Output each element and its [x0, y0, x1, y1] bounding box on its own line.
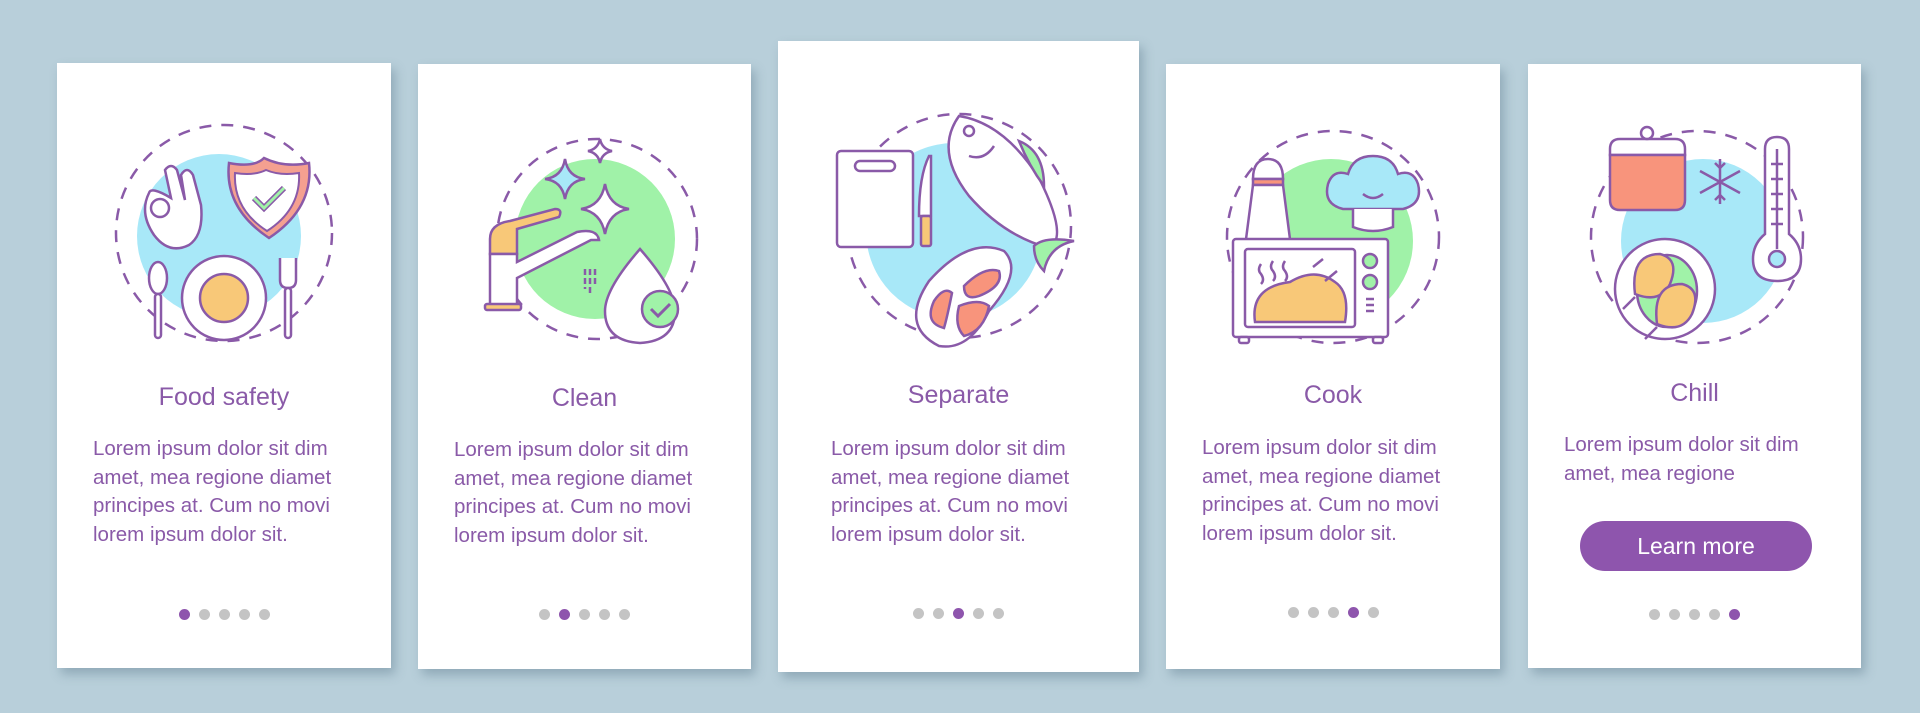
screen-description: Lorem ipsum dolor sit dim amet, mea regi… [1202, 436, 1441, 545]
plate-icon [180, 254, 268, 342]
pagination-dots [778, 608, 1139, 619]
separate-illustration [835, 112, 1074, 348]
screen-description: Lorem ipsum dolor sit dim amet, mea regi… [831, 437, 1070, 546]
page-dot-3[interactable] [1327, 607, 1339, 618]
page-dot-1[interactable] [1287, 607, 1299, 618]
page-dot-4[interactable] [238, 609, 250, 620]
page-dot-5[interactable] [1367, 607, 1379, 618]
pagination-dots [1528, 609, 1861, 620]
learn-more-button[interactable]: Learn more [1580, 521, 1812, 571]
pot-icon [1608, 125, 1686, 212]
screen-description: Lorem ipsum dolor sit dim amet, mea regi… [454, 438, 693, 547]
page-dot-2[interactable] [1307, 607, 1319, 618]
onboarding-screen-separate: Separate Lorem ipsum dolor sit dim amet,… [778, 41, 1139, 672]
screen-title: Clean [551, 384, 618, 412]
chicken-legs-plate-icon [1613, 237, 1716, 341]
onboarding-screen-cook: Cook Lorem ipsum dolor sit dim amet, mea… [1166, 64, 1500, 669]
onboarding-screen-clean: Clean Lorem ipsum dolor sit dim amet, me… [418, 64, 751, 669]
screen-description: Lorem ipsum dolor sit dim amet, mea regi… [1564, 433, 1799, 485]
page-dot-2[interactable] [933, 608, 944, 619]
page-dot-2[interactable] [559, 609, 570, 620]
clean-illustration [483, 137, 698, 345]
pagination-dots [57, 609, 391, 620]
cook-illustration [1225, 129, 1441, 345]
chill-illustration [1589, 125, 1804, 345]
food-safety-illustration [114, 123, 334, 343]
page-dot-1[interactable] [539, 609, 550, 620]
page-dot-3[interactable] [953, 608, 964, 619]
page-dot-5[interactable] [1729, 609, 1740, 620]
page-dot-1[interactable] [178, 609, 190, 620]
page-dot-5[interactable] [619, 609, 630, 620]
page-dot-2[interactable] [198, 609, 210, 620]
salt-shaker-icon [1243, 157, 1293, 249]
page-dot-4[interactable] [1709, 609, 1720, 620]
ok-hand-icon [143, 164, 203, 250]
screen-title: Food safety [158, 383, 290, 411]
screen-description: Lorem ipsum dolor sit dim amet, mea regi… [93, 437, 332, 546]
screen-title: Separate [907, 381, 1010, 409]
pagination-dots [1166, 607, 1500, 618]
page-dot-4[interactable] [973, 608, 984, 619]
page-dot-5[interactable] [258, 609, 270, 620]
page-dot-5[interactable] [993, 608, 1004, 619]
onboarding-screen-chill: Chill Lorem ipsum dolor sit dim amet, me… [1528, 64, 1861, 668]
page-dot-3[interactable] [1689, 609, 1700, 620]
page-dot-2[interactable] [1669, 609, 1680, 620]
page-dot-1[interactable] [913, 608, 924, 619]
screen-title: Chill [1670, 379, 1719, 407]
page-dot-3[interactable] [579, 609, 590, 620]
page-dot-3[interactable] [218, 609, 230, 620]
pagination-dots [418, 609, 751, 620]
spoon-icon [147, 260, 169, 340]
page-dot-1[interactable] [1649, 609, 1660, 620]
cutting-board-icon [835, 149, 914, 249]
fork-icon [278, 258, 298, 340]
page-dot-4[interactable] [599, 609, 610, 620]
onboarding-screen-food-safety: Food safety Lorem ipsum dolor sit dim am… [57, 63, 391, 668]
page-dot-4[interactable] [1347, 607, 1359, 618]
oven-chicken-icon [1231, 237, 1390, 345]
screen-title: Cook [1303, 381, 1363, 409]
